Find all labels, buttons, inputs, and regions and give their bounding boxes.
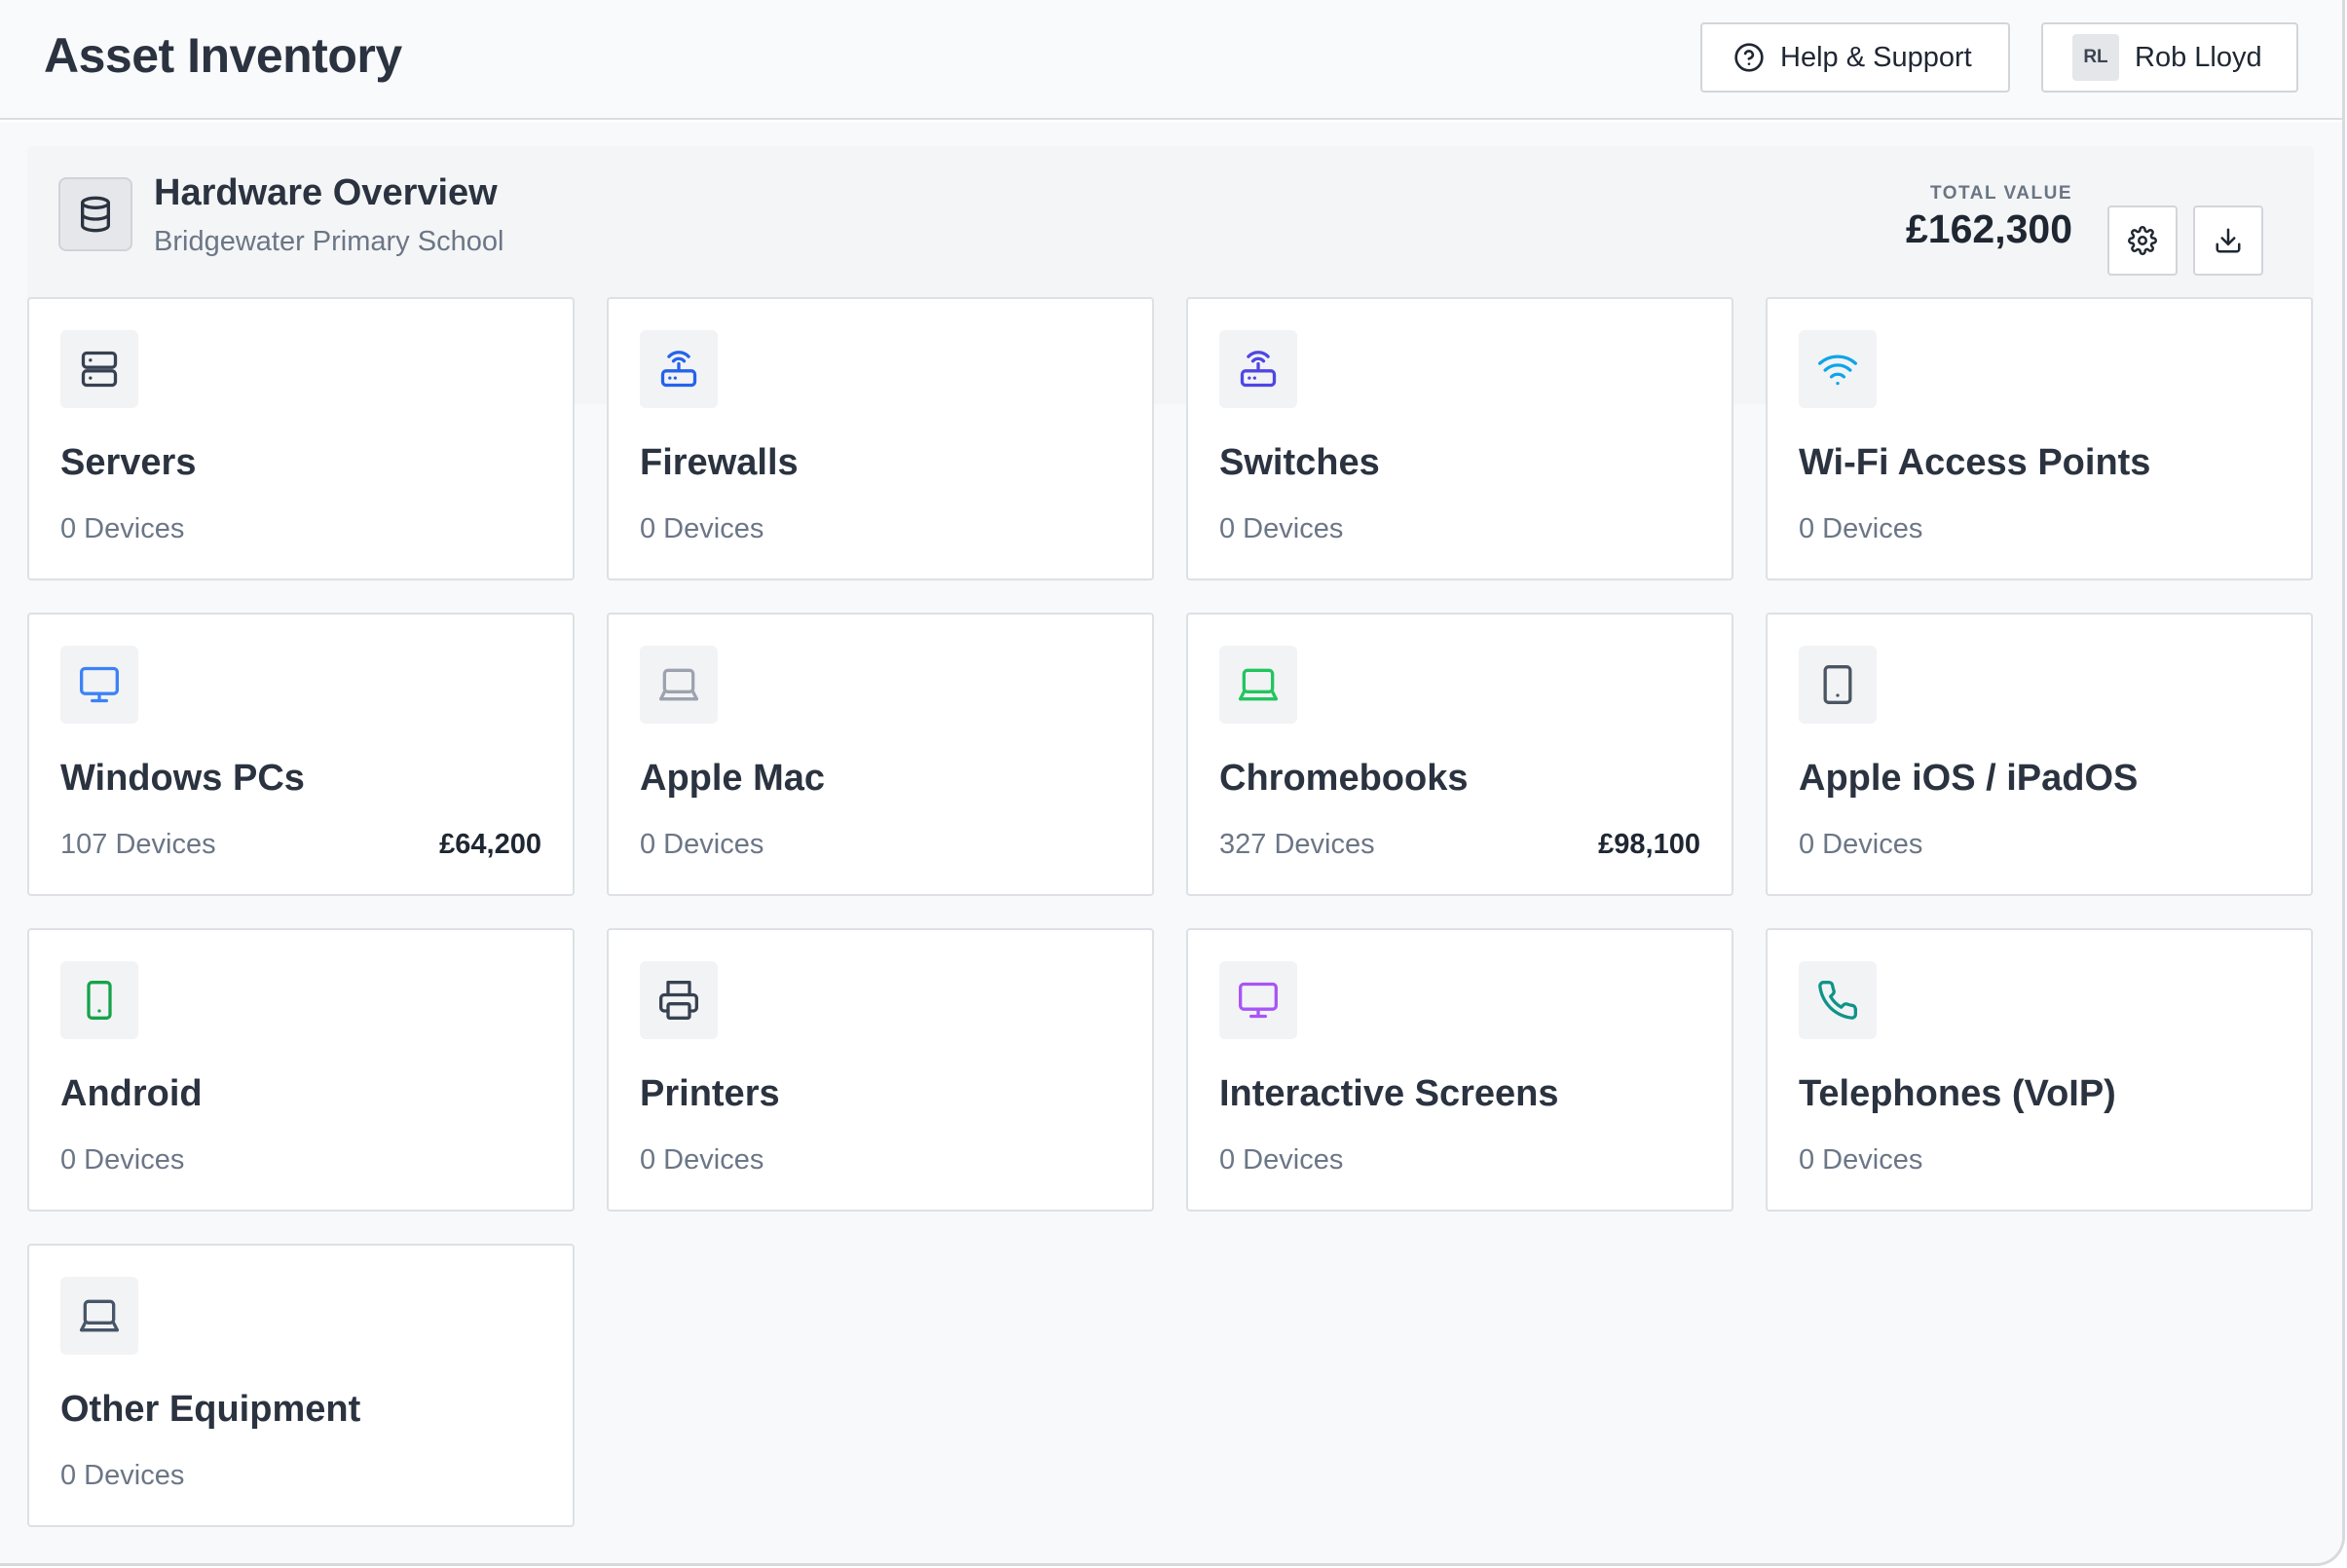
router-icon bbox=[640, 330, 718, 408]
category-card-telephones-voip[interactable]: Telephones (VoIP) 0 Devices bbox=[1766, 928, 2313, 1212]
category-name: Telephones (VoIP) bbox=[1799, 1073, 2116, 1114]
device-count: 0 Devices bbox=[60, 513, 185, 544]
download-button[interactable] bbox=[2193, 205, 2263, 276]
device-count: 0 Devices bbox=[640, 829, 764, 860]
app-title: Asset Inventory bbox=[44, 28, 402, 83]
device-count: 0 Devices bbox=[1799, 829, 1923, 860]
device-count: 0 Devices bbox=[1219, 513, 1344, 544]
top-bar: Asset Inventory Help & Support RL Rob Ll… bbox=[0, 0, 2342, 120]
category-value: £64,200 bbox=[439, 829, 541, 860]
category-name: Chromebooks bbox=[1219, 758, 1469, 799]
app-window: Asset Inventory Help & Support RL Rob Ll… bbox=[0, 0, 2345, 1566]
category-card-printers[interactable]: Printers 0 Devices bbox=[607, 928, 1154, 1212]
category-card-apple-mac[interactable]: Apple Mac 0 Devices bbox=[607, 613, 1154, 896]
laptop-icon bbox=[60, 1277, 138, 1355]
printer-icon bbox=[640, 961, 718, 1039]
category-card-chromebooks[interactable]: Chromebooks 327 Devices £98,100 bbox=[1186, 613, 1733, 896]
router-icon bbox=[1219, 330, 1297, 408]
category-name: Windows PCs bbox=[60, 758, 305, 799]
device-count: 0 Devices bbox=[1799, 513, 1923, 544]
phone-icon bbox=[60, 961, 138, 1039]
avatar: RL bbox=[2072, 34, 2119, 81]
device-count: 0 Devices bbox=[1799, 1144, 1923, 1176]
overview-title: Hardware Overview bbox=[154, 172, 498, 213]
category-card-switches[interactable]: Switches 0 Devices bbox=[1186, 297, 1733, 580]
monitor-icon bbox=[1219, 961, 1297, 1039]
category-card-wi-fi-access-points[interactable]: Wi-Fi Access Points 0 Devices bbox=[1766, 297, 2313, 580]
category-name: Printers bbox=[640, 1073, 780, 1114]
user-name: Rob Lloyd bbox=[2135, 41, 2262, 73]
settings-button[interactable] bbox=[2107, 205, 2178, 276]
category-name: Servers bbox=[60, 442, 197, 483]
main-content: Hardware Overview Bridgewater Primary Sc… bbox=[0, 122, 2342, 1563]
download-icon bbox=[2214, 226, 2243, 255]
category-card-servers[interactable]: Servers 0 Devices bbox=[27, 297, 575, 580]
server-icon bbox=[60, 330, 138, 408]
tablet-icon bbox=[1799, 646, 1877, 724]
category-card-other-equipment[interactable]: Other Equipment 0 Devices bbox=[27, 1244, 575, 1527]
gear-icon bbox=[2128, 226, 2157, 255]
category-card-firewalls[interactable]: Firewalls 0 Devices bbox=[607, 297, 1154, 580]
category-name: Interactive Screens bbox=[1219, 1073, 1559, 1114]
device-count: 0 Devices bbox=[640, 513, 764, 544]
device-count: 0 Devices bbox=[60, 1144, 185, 1176]
category-name: Other Equipment bbox=[60, 1389, 361, 1430]
telephone-icon bbox=[1799, 961, 1877, 1039]
device-count: 0 Devices bbox=[60, 1460, 185, 1491]
category-card-windows-pcs[interactable]: Windows PCs 107 Devices £64,200 bbox=[27, 613, 575, 896]
device-count: 327 Devices bbox=[1219, 829, 1375, 860]
school-name: Bridgewater Primary School bbox=[154, 226, 504, 257]
device-count: 0 Devices bbox=[640, 1144, 764, 1176]
category-name: Apple Mac bbox=[640, 758, 826, 799]
total-value-label: TOTAL VALUE bbox=[1930, 183, 2072, 204]
monitor-icon bbox=[60, 646, 138, 724]
device-count: 0 Devices bbox=[1219, 1144, 1344, 1176]
total-value: £162,300 bbox=[1905, 206, 2072, 251]
category-card-android[interactable]: Android 0 Devices bbox=[27, 928, 575, 1212]
category-card-interactive-screens[interactable]: Interactive Screens 0 Devices bbox=[1186, 928, 1733, 1212]
help-support-label: Help & Support bbox=[1780, 41, 1972, 73]
laptop-icon bbox=[1219, 646, 1297, 724]
help-circle-icon bbox=[1733, 42, 1765, 73]
laptop-icon bbox=[640, 646, 718, 724]
device-count: 107 Devices bbox=[60, 829, 216, 860]
category-name: Firewalls bbox=[640, 442, 799, 483]
category-name: Wi-Fi Access Points bbox=[1799, 442, 2151, 483]
help-support-button[interactable]: Help & Support bbox=[1700, 22, 2010, 93]
category-name: Android bbox=[60, 1073, 203, 1114]
category-card-apple-ios-ipados[interactable]: Apple iOS / iPadOS 0 Devices bbox=[1766, 613, 2313, 896]
category-name: Switches bbox=[1219, 442, 1380, 483]
category-card-grid: Servers 0 Devices Firewalls 0 Devices Sw… bbox=[27, 297, 2313, 1527]
wifi-icon bbox=[1799, 330, 1877, 408]
category-name: Apple iOS / iPadOS bbox=[1799, 758, 2139, 799]
user-menu-button[interactable]: RL Rob Lloyd bbox=[2041, 22, 2298, 93]
database-icon bbox=[58, 177, 132, 251]
category-value: £98,100 bbox=[1598, 829, 1700, 860]
